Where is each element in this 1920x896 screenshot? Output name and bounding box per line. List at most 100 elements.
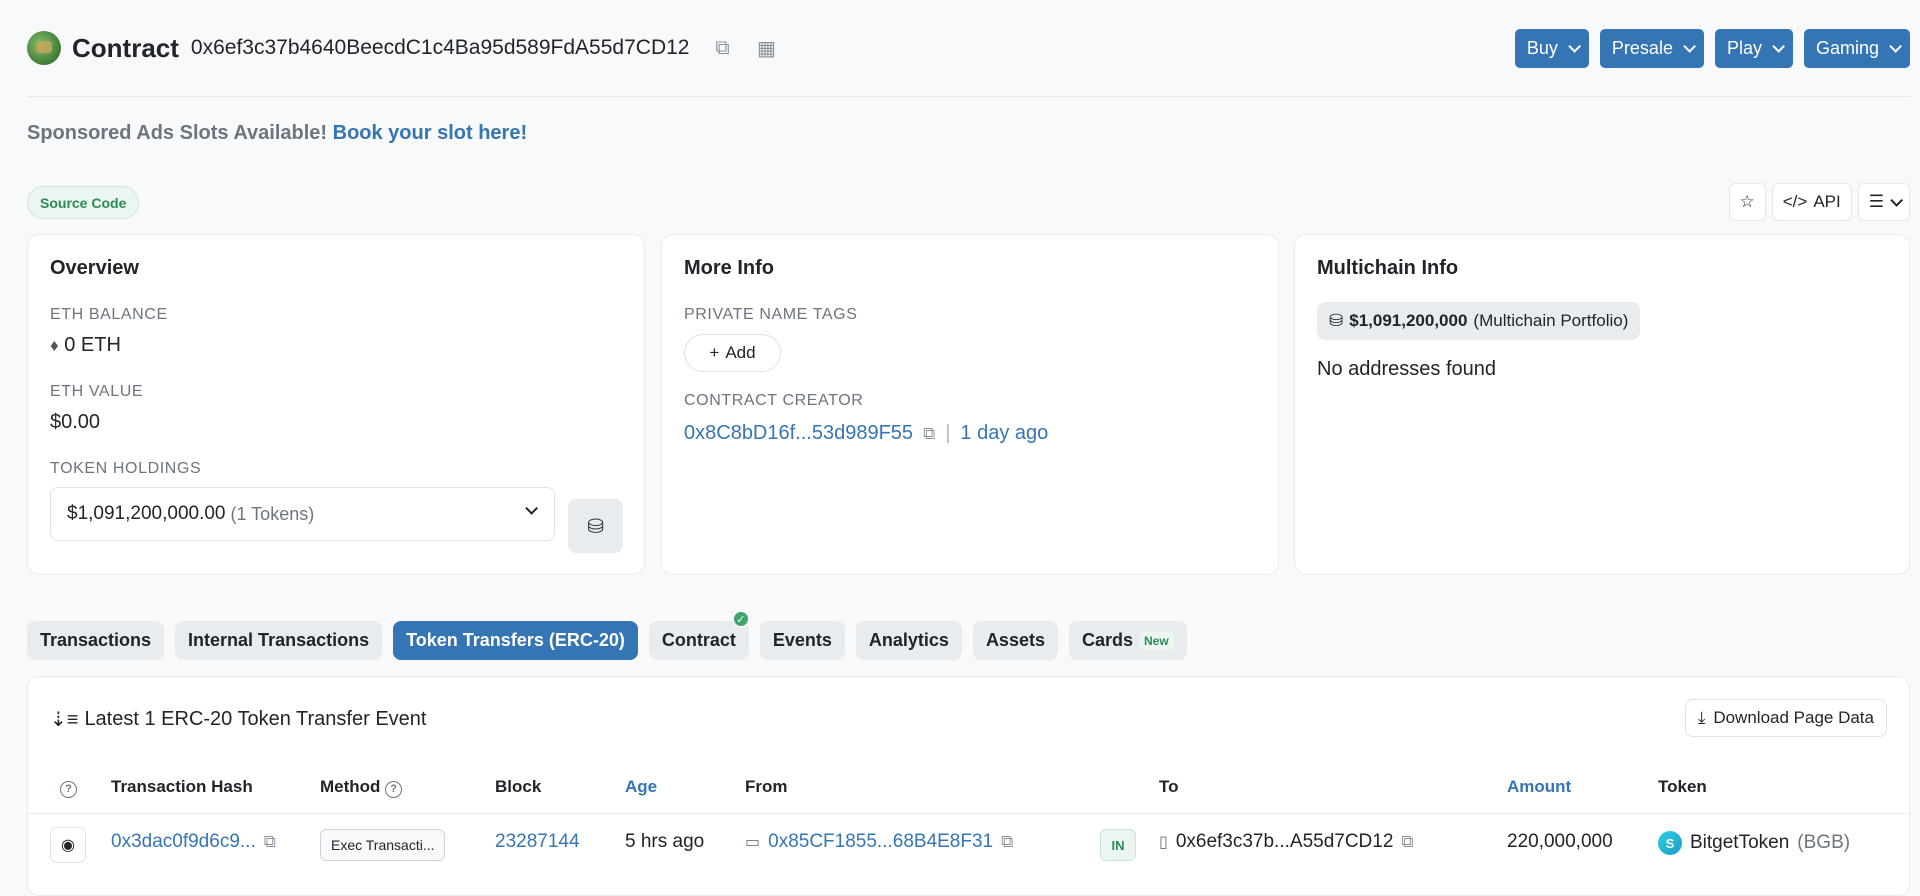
tab-cards[interactable]: Cards New — [1068, 621, 1187, 660]
token-holdings-value: $1,091,200,000.00 — [67, 503, 226, 524]
chevron-down-icon — [1890, 193, 1903, 207]
method-cell: Exec Transacti... — [320, 829, 446, 861]
col-method: Method ? — [320, 777, 403, 798]
col-method-label: Method — [320, 777, 381, 796]
eth-value-label: ETH VALUE — [50, 383, 144, 400]
contract-logo-icon — [27, 31, 61, 65]
tab-contract[interactable]: Contract ✓ — [648, 610, 750, 660]
age-cell: 5 hrs ago — [625, 831, 705, 852]
tab-events[interactable]: Events — [759, 621, 845, 660]
token-transfers-panel: ⇣≡ Latest 1 ERC-20 Token Transfer Event … — [27, 676, 1910, 896]
no-addresses-text: No addresses found — [1317, 358, 1497, 380]
transfers-title-text: Latest 1 ERC-20 Token Transfer Event — [84, 708, 427, 730]
multichain-info-card: Multichain Info ⛁ $1,091,200,000 (Multic… — [1294, 234, 1910, 575]
block-cell: 23287144 — [495, 831, 580, 853]
block-link[interactable]: 23287144 — [495, 831, 580, 853]
transfers-title: ⇣≡ Latest 1 ERC-20 Token Transfer Event — [50, 707, 426, 732]
help-icon[interactable]: ? — [60, 777, 77, 798]
star-icon: ☆ — [1739, 192, 1755, 211]
col-to: To — [1159, 777, 1179, 796]
tx-hash-link[interactable]: 0x3dac0f9d6c9... — [111, 831, 256, 853]
tab-assets[interactable]: Assets — [972, 621, 1058, 660]
bitget-token-icon: S — [1658, 831, 1682, 855]
play-label: Play — [1726, 38, 1762, 58]
chevron-down-icon — [1889, 40, 1902, 53]
overview-title: Overview — [50, 257, 139, 279]
page-title: Contract — [72, 32, 179, 63]
play-dropdown-button[interactable]: Play — [1714, 29, 1793, 68]
chevron-down-icon — [1683, 40, 1696, 53]
token-portfolio-button[interactable]: ⛁ — [568, 499, 623, 553]
buy-label: Buy — [1526, 38, 1558, 58]
qr-code-icon[interactable]: ▦ — [755, 36, 777, 61]
add-label: Add — [725, 343, 756, 362]
copy-icon[interactable]: ⧉ — [1401, 832, 1413, 852]
source-code-badge[interactable]: Source Code — [27, 186, 140, 219]
presale-dropdown-button[interactable]: Presale — [1599, 29, 1704, 68]
separator: | — [945, 422, 951, 444]
download-icon: ⤓ — [1697, 708, 1706, 727]
tab-cards-label: Cards — [1081, 630, 1134, 650]
chevron-down-icon — [525, 502, 538, 515]
buy-dropdown-button[interactable]: Buy — [1514, 29, 1589, 68]
help-icon[interactable]: ? — [385, 780, 403, 798]
chevron-down-icon — [1568, 40, 1581, 53]
tab-internal-transactions[interactable]: Internal Transactions — [175, 621, 383, 660]
eth-balance-label: ETH BALANCE — [50, 306, 168, 323]
token-holdings-label: TOKEN HOLDINGS — [50, 460, 202, 477]
to-address: 0x6ef3c37b...A55d7CD12 — [1175, 831, 1394, 852]
token-cell[interactable]: S BitgetToken (BGB) — [1658, 831, 1850, 855]
creator-age-link[interactable]: 1 day ago — [960, 422, 1048, 445]
token-holdings-dropdown[interactable]: $1,091,200,000.00 (1 Tokens) — [50, 487, 555, 541]
api-button[interactable]: </> API — [1771, 183, 1852, 221]
more-options-button[interactable]: ☰ — [1857, 183, 1910, 221]
copy-icon[interactable]: ⧉ — [711, 37, 733, 60]
from-address-link[interactable]: 0x85CF1855...68B4E8F31 — [768, 831, 993, 853]
sponsored-text: Sponsored Ads Slots Available! — [27, 122, 328, 144]
list-icon: ☰ — [1868, 192, 1884, 211]
more-info-card: More Info PRIVATE NAME TAGS + Add CONTRAC… — [661, 234, 1279, 575]
plus-icon: + — [709, 343, 720, 362]
col-age[interactable]: Age — [625, 777, 657, 797]
col-transaction-hash: Transaction Hash — [111, 777, 253, 796]
col-from: From — [745, 777, 788, 796]
to-cell: ▯ 0x6ef3c37b...A55d7CD12 ⧉ — [1159, 831, 1414, 853]
eth-balance-text: 0 ETH — [64, 334, 121, 356]
copy-icon[interactable]: ⧉ — [923, 424, 935, 444]
tab-token-transfers[interactable]: Token Transfers (ERC-20) — [393, 621, 638, 660]
token-holdings-count: (1 Tokens) — [230, 503, 315, 524]
book-slot-link[interactable]: Book your slot here! — [333, 122, 527, 144]
eth-balance-value: ♦ 0 ETH — [50, 334, 622, 357]
gaming-dropdown-button[interactable]: Gaming — [1803, 29, 1910, 68]
private-name-tags-label: PRIVATE NAME TAGS — [684, 306, 858, 323]
divider — [27, 96, 1910, 97]
tab-bar: Transactions Internal Transactions Token… — [27, 610, 1187, 660]
tab-contract-label: Contract — [661, 630, 736, 650]
creator-address-link[interactable]: 0x8C8bD16f...53d989F55 — [684, 422, 913, 445]
add-name-tag-button[interactable]: + Add — [684, 334, 781, 372]
overview-card: Overview ETH BALANCE ♦ 0 ETH ETH VALUE $… — [27, 234, 645, 575]
amount-cell: 220,000,000 — [1507, 831, 1613, 852]
portfolio-label: (Multichain Portfolio) — [1473, 311, 1629, 330]
multichain-title: Multichain Info — [1317, 257, 1459, 279]
multichain-portfolio-button[interactable]: ⛁ $1,091,200,000 (Multichain Portfolio) — [1317, 302, 1641, 340]
copy-icon[interactable]: ⧉ — [1001, 832, 1013, 852]
favorite-button[interactable]: ☆ — [1728, 183, 1766, 221]
method-badge: Exec Transacti... — [320, 829, 446, 861]
col-block: Block — [495, 777, 542, 796]
tab-analytics[interactable]: Analytics — [855, 621, 962, 660]
download-label: Download Page Data — [1713, 708, 1874, 727]
coins-icon: ⛁ — [1329, 311, 1344, 330]
col-amount[interactable]: Amount — [1507, 777, 1571, 797]
more-info-title: More Info — [684, 257, 774, 279]
copy-icon[interactable]: ⧉ — [264, 832, 276, 852]
download-page-data-button[interactable]: ⤓ Download Page Data — [1684, 699, 1887, 737]
tab-transactions[interactable]: Transactions — [27, 621, 165, 660]
verified-check-icon: ✓ — [731, 610, 750, 628]
view-details-button[interactable]: ◉ — [50, 827, 86, 863]
token-name: BitgetToken — [1690, 832, 1790, 853]
token-symbol: (BGB) — [1797, 832, 1851, 853]
eth-value: $0.00 — [50, 411, 101, 433]
toolbar: ☆ </> API ☰ — [1728, 183, 1910, 221]
direction-cell: IN — [1100, 829, 1136, 861]
